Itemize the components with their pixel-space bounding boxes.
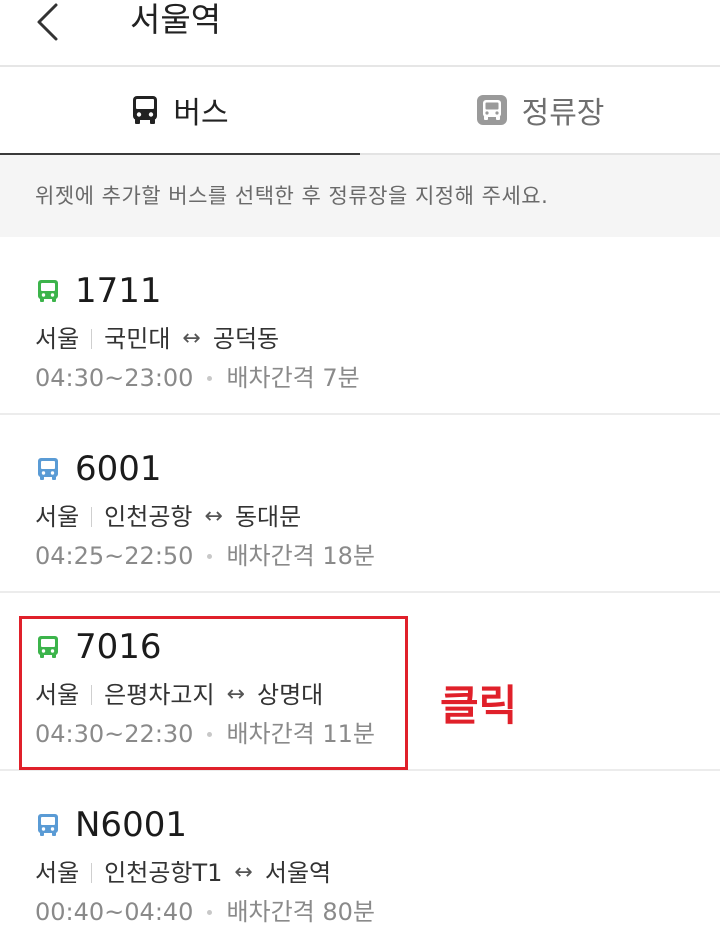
annotation-label: 클릭	[440, 681, 518, 730]
route-region: 서울	[35, 681, 80, 709]
route-path: 서울 인천공항 ↔ 동대문	[35, 500, 301, 534]
route-region: 서울	[35, 859, 80, 887]
bidirectional-arrow-icon: ↔	[182, 326, 201, 351]
route-schedule: 04:30~22:30 배차간격 11분	[35, 717, 375, 751]
route-hours: 04:30~22:30	[35, 720, 194, 748]
bidirectional-arrow-icon: ↔	[204, 504, 223, 529]
dot-separator	[207, 553, 213, 559]
bus-icon	[131, 95, 159, 125]
route-path: 서울 은평차고지 ↔ 상명대	[35, 678, 323, 712]
route-list: 1711 서울 국민대 ↔ 공덕동 04:30~23:00 배차간격 7분 60…	[0, 237, 720, 930]
bidirectional-arrow-icon: ↔	[226, 682, 246, 707]
bus-icon	[38, 636, 58, 658]
page-title: 서울역	[130, 0, 222, 39]
route-head: 7016	[37, 627, 162, 667]
dot-separator	[207, 731, 213, 737]
route-destination: 동대문	[234, 503, 302, 531]
route-interval: 배차간격 11분	[226, 720, 376, 748]
route-number: 6001	[75, 449, 162, 489]
tab-bus-label: 버스	[173, 96, 229, 131]
app-header: 서울역	[0, 0, 720, 67]
route-schedule: 04:25~22:50 배차간격 18분	[35, 539, 375, 573]
route-hours: 04:30~23:00	[35, 364, 194, 392]
back-button[interactable]	[22, 0, 72, 44]
route-interval: 배차간격 7분	[226, 364, 360, 392]
route-item-6001[interactable]: 6001 서울 인천공항 ↔ 동대문 04:25~22:50 배차간격 18분	[0, 415, 720, 593]
tab-bus[interactable]: 버스	[0, 67, 360, 155]
route-destination: 서울역	[264, 859, 332, 887]
route-number: 7016	[75, 627, 162, 667]
divider	[91, 685, 93, 705]
divider	[91, 507, 93, 527]
route-path: 서울 국민대 ↔ 공덕동	[35, 322, 279, 356]
route-destination: 상명대	[257, 681, 324, 709]
route-interval: 배차간격 80분	[226, 898, 376, 926]
route-path: 서울 인천공항T1 ↔ 서울역	[35, 856, 331, 890]
route-head: N6001	[37, 805, 187, 845]
bus-icon	[38, 458, 58, 480]
route-origin: 은평차고지	[104, 681, 215, 709]
bidirectional-arrow-icon: ↔	[234, 860, 253, 885]
route-item-1711[interactable]: 1711 서울 국민대 ↔ 공덕동 04:30~23:00 배차간격 7분	[0, 237, 720, 415]
route-region: 서울	[35, 325, 80, 353]
route-destination: 공덕동	[212, 325, 280, 353]
route-head: 1711	[37, 271, 162, 311]
tab-bus-stop-label: 정류장	[521, 96, 605, 131]
divider	[91, 863, 93, 883]
tab-bar: 버스 정류장	[0, 67, 720, 155]
chevron-left-icon	[37, 3, 58, 41]
dot-separator	[207, 375, 213, 381]
route-origin: 인천공항	[104, 503, 193, 531]
dot-separator	[207, 909, 213, 915]
route-origin: 인천공항T1	[104, 859, 223, 887]
route-schedule: 04:30~23:00 배차간격 7분	[35, 361, 360, 395]
bus-stop-icon	[476, 94, 508, 126]
screen: 서울역 버스 정류장 위젯에 추가할 버스를 선택한 후 정류장을 지정해 주세…	[0, 0, 720, 930]
route-item-7016[interactable]: 7016 서울 은평차고지 ↔ 상명대 04:30~22:30 배차간격 11분	[0, 593, 720, 771]
route-origin: 국민대	[104, 325, 171, 353]
route-number: 1711	[75, 271, 162, 311]
route-hours: 00:40~04:40	[35, 898, 194, 926]
bus-icon	[38, 280, 58, 302]
route-interval: 배차간격 18분	[226, 542, 376, 570]
divider	[91, 329, 93, 349]
instruction-banner: 위젯에 추가할 버스를 선택한 후 정류장을 지정해 주세요.	[0, 155, 720, 237]
route-hours: 04:25~22:50	[35, 542, 194, 570]
route-region: 서울	[35, 503, 80, 531]
route-head: 6001	[37, 449, 162, 489]
route-schedule: 00:40~04:40 배차간격 80분	[35, 895, 375, 929]
tab-bus-stop[interactable]: 정류장	[360, 67, 720, 155]
bus-icon	[38, 814, 58, 836]
route-number: N6001	[75, 805, 187, 845]
route-item-n6001[interactable]: N6001 서울 인천공항T1 ↔ 서울역 00:40~04:40 배차간격 8…	[0, 771, 720, 930]
